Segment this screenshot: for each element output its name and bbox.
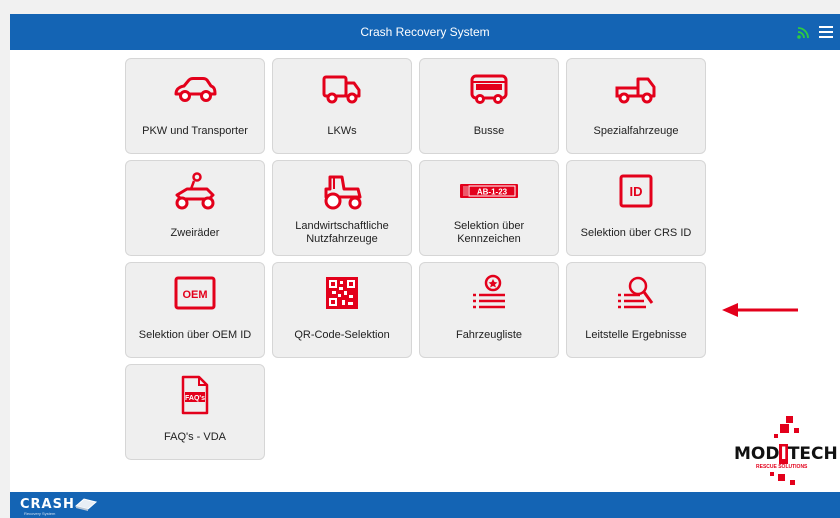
car-badge-icon — [74, 498, 98, 511]
tile-zweiraeder[interactable]: Zweiräder — [125, 160, 265, 256]
top-bar: Crash Recovery System — [10, 14, 840, 50]
tile-busse[interactable]: Busse — [419, 58, 559, 154]
tile-pkw[interactable]: PKW und Transporter — [125, 58, 265, 154]
license-plate-icon: AB-1-23 — [460, 184, 518, 198]
svg-text:OEM: OEM — [182, 289, 207, 301]
car-icon — [174, 77, 217, 102]
tile-label: Selektion über Kennzeichen — [453, 220, 525, 245]
crash-brand-subtitle: Recovery System — [24, 511, 56, 516]
hamburger-menu-icon[interactable] — [818, 24, 834, 40]
tile-label: Selektion über OEM ID — [138, 328, 252, 341]
bottom-bar: CRASH Recovery System — [10, 492, 840, 518]
logo-wordmark: MODITECH — [734, 444, 838, 464]
special-vehicle-icon — [615, 77, 656, 104]
tile-label: Selektion über CRS ID — [580, 226, 692, 239]
tile-faq[interactable]: FAQ's FAQ's - VDA — [125, 364, 265, 460]
tile-lkw[interactable]: LKWs — [272, 58, 412, 154]
tile-label: Busse — [473, 124, 505, 137]
tractor-icon — [324, 175, 362, 210]
crash-brand-logo: CRASH — [20, 497, 75, 512]
tile-label: PKW und Transporter — [142, 124, 248, 137]
logo-tagline: RESCUE SOLUTIONS — [756, 464, 808, 470]
svg-text:ID: ID — [630, 184, 643, 199]
tile-spezialfahrzeuge[interactable]: Spezialfahrzeuge — [566, 58, 706, 154]
tile-label: FAQ's - VDA — [164, 430, 226, 443]
tile-qr-code[interactable]: QR-Code-Selektion — [272, 262, 412, 358]
id-icon: ID — [619, 174, 653, 208]
tile-label: Spezialfahrzeuge — [593, 124, 679, 137]
oem-icon: OEM — [174, 276, 216, 310]
main-content: PKW und Transporter LKWs Busse Spezialfa… — [10, 50, 840, 492]
tile-label: Fahrzeugliste — [455, 328, 523, 341]
app-title: Crash Recovery System — [360, 25, 490, 39]
truck-icon — [322, 75, 361, 104]
tile-label: QR-Code-Selektion — [294, 328, 390, 341]
faq-document-icon: FAQ's — [181, 375, 209, 415]
motorbike-icon — [175, 172, 215, 210]
qr-code-icon — [326, 277, 358, 309]
tile-label: Leitstelle Ergebnisse — [585, 328, 687, 341]
search-list-icon — [618, 276, 654, 309]
tile-crs-id[interactable]: ID Selektion über CRS ID — [566, 160, 706, 256]
tile-label: Zweiräder — [170, 226, 220, 239]
tile-label: Landwirtschaftliche Nutzfahrzeuge — [295, 220, 389, 245]
signal-icon — [797, 27, 809, 39]
bus-icon — [470, 74, 508, 104]
tile-kennzeichen[interactable]: AB-1-23 Selektion über Kennzeichen — [419, 160, 559, 256]
svg-text:FAQ's: FAQ's — [185, 395, 205, 402]
moditech-logo: MODITECH RESCUE SOLUTIONS — [734, 414, 840, 490]
app-window: Crash Recovery System PKW und Transporte… — [0, 0, 840, 518]
vehicle-list-icon — [473, 274, 505, 309]
tile-oem-id[interactable]: OEM Selektion über OEM ID — [125, 262, 265, 358]
pointer-arrow-icon — [722, 303, 798, 317]
tile-leitstelle[interactable]: Leitstelle Ergebnisse — [566, 262, 706, 358]
tile-landwirtschaft[interactable]: Landwirtschaftliche Nutzfahrzeuge — [272, 160, 412, 256]
svg-text:AB-1-23: AB-1-23 — [477, 188, 508, 197]
tile-label: LKWs — [327, 124, 357, 137]
tile-fahrzeugliste[interactable]: Fahrzeugliste — [419, 262, 559, 358]
